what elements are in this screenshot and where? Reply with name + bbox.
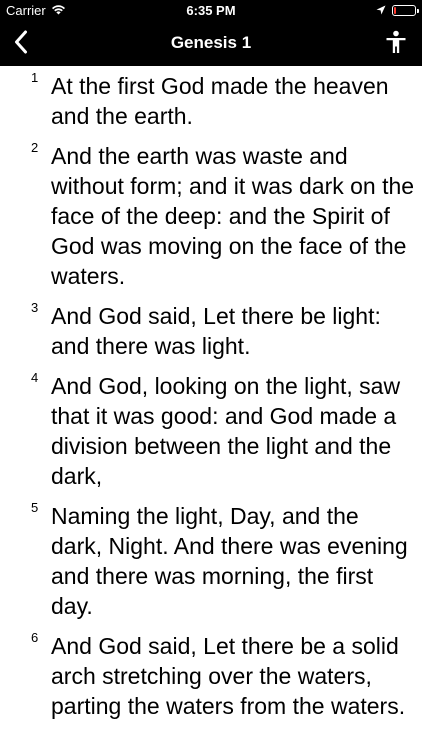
- verse-number: 5: [31, 500, 39, 515]
- page-title: Genesis 1: [170, 33, 252, 52]
- battery-level: [394, 7, 396, 14]
- verse: 3 And God said, Let there be light: and …: [0, 300, 422, 361]
- verse: 4 And God, looking on the light, saw tha…: [0, 370, 422, 491]
- status-bar: Carrier 6:35 PM: [0, 0, 422, 22]
- verse-number: 1: [31, 70, 39, 85]
- top-bar: Carrier 6:35 PM Genesis 1: [0, 0, 422, 66]
- location-arrow-icon: [376, 3, 386, 18]
- accessibility-icon: [385, 30, 407, 59]
- verse-text: Naming the light, Day, and the dark, Nig…: [51, 503, 408, 619]
- battery-icon: [392, 5, 419, 16]
- verse-text: And God said, Let there be a solid arch …: [51, 633, 406, 719]
- verse-text: At the first God made the heaven and the…: [51, 73, 389, 129]
- verse-number: 3: [31, 300, 39, 315]
- chapter-content[interactable]: 1 At the first God made the heaven and t…: [0, 66, 422, 750]
- verse-number: 4: [31, 370, 39, 385]
- verse: 6 And God said, Let there be a solid arc…: [0, 630, 422, 721]
- verse-text: And the earth was waste and without form…: [51, 143, 415, 289]
- verse: 2 And the earth was waste and without fo…: [0, 140, 422, 291]
- verse-text: And God, looking on the light, saw that …: [51, 373, 401, 489]
- accessibility-button[interactable]: [382, 30, 410, 58]
- verse: 5 Naming the light, Day, and the dark, N…: [0, 500, 422, 621]
- verse-text: And God said, Let there be light: and th…: [51, 303, 381, 359]
- status-right-group: [376, 3, 419, 18]
- verse: 1 At the first God made the heaven and t…: [0, 70, 422, 131]
- battery-cap: [417, 9, 419, 13]
- verse-number: 6: [31, 630, 39, 645]
- navigation-bar: Genesis 1: [0, 22, 422, 66]
- verse-number: 2: [31, 140, 39, 155]
- status-time: 6:35 PM: [186, 3, 236, 18]
